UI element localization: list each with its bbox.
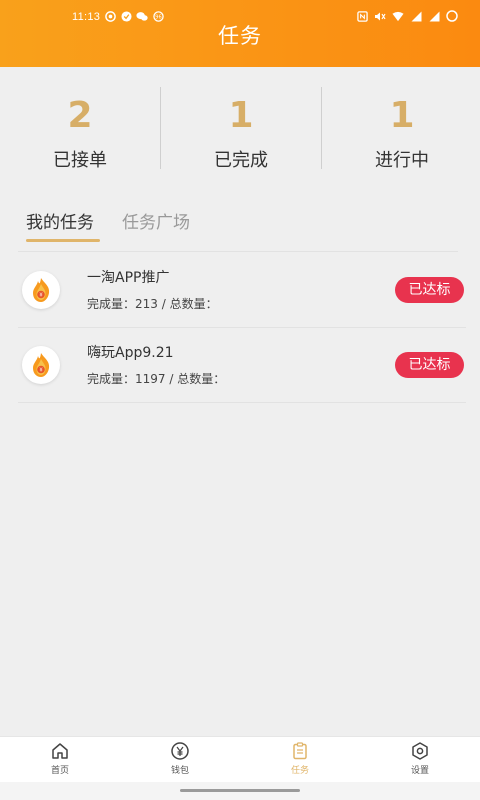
- settings-icon: [410, 741, 430, 761]
- stat-in-progress-value: 1: [389, 95, 415, 136]
- app-header: 11:13 96 任务: [0, 0, 480, 67]
- stat-accepted-value: 2: [67, 95, 93, 136]
- tab-my-tasks[interactable]: 我的任务: [26, 208, 94, 243]
- nav-tasks[interactable]: 任务: [270, 741, 330, 781]
- task-tabs: 我的任务 任务广场: [0, 200, 480, 252]
- stat-in-progress: 1 进行中: [322, 67, 480, 184]
- active-tab-indicator: [26, 239, 100, 242]
- row-divider: [18, 402, 466, 403]
- status-badge: 已达标: [395, 352, 464, 378]
- stat-accepted: 2 已接单: [0, 67, 160, 184]
- task-list: ¥ 一淘APP推广 完成量：213 / 总数量： 已达标 ¥ 嗨玩App9.21…: [0, 253, 480, 403]
- nav-settings[interactable]: 设置: [390, 741, 450, 781]
- flame-coin-icon: ¥: [22, 271, 60, 309]
- stats-summary: 2 已接单 1 已完成 1 进行中: [0, 67, 480, 184]
- task-name: 一淘APP推广: [87, 270, 170, 286]
- nav-home-label: 首页: [50, 766, 69, 776]
- stat-completed-label: 已完成: [214, 150, 268, 171]
- bottom-nav: 首页 钱包 任务 设置: [0, 736, 480, 783]
- tab-task-square[interactable]: 任务广场: [122, 208, 190, 243]
- list-item[interactable]: ¥ 嗨玩App9.21 完成量：1197 / 总数量： 已达标: [0, 328, 480, 403]
- wallet-icon: [170, 741, 190, 761]
- task-name: 嗨玩App9.21: [87, 345, 174, 361]
- home-indicator[interactable]: [180, 789, 300, 792]
- nav-tasks-label: 任务: [290, 766, 309, 776]
- stat-completed-value: 1: [228, 95, 254, 136]
- task-progress: 完成量：213 / 总数量：: [87, 297, 218, 311]
- status-badge: 已达标: [395, 277, 464, 303]
- home-icon: [50, 741, 70, 761]
- nav-home[interactable]: 首页: [30, 741, 90, 781]
- stat-completed: 1 已完成: [161, 67, 321, 184]
- nav-wallet-label: 钱包: [170, 766, 189, 776]
- task-progress: 完成量：1197 / 总数量：: [87, 372, 226, 386]
- page-title: 任务: [218, 24, 262, 48]
- nav-settings-label: 设置: [410, 766, 429, 776]
- flame-coin-icon: ¥: [22, 346, 60, 384]
- tabs-divider: [18, 251, 458, 252]
- nav-wallet[interactable]: 钱包: [150, 741, 210, 781]
- clipboard-icon: [290, 741, 310, 761]
- stat-accepted-label: 已接单: [53, 150, 107, 171]
- list-item[interactable]: ¥ 一淘APP推广 完成量：213 / 总数量： 已达标: [0, 253, 480, 328]
- stat-in-progress-label: 进行中: [375, 150, 429, 171]
